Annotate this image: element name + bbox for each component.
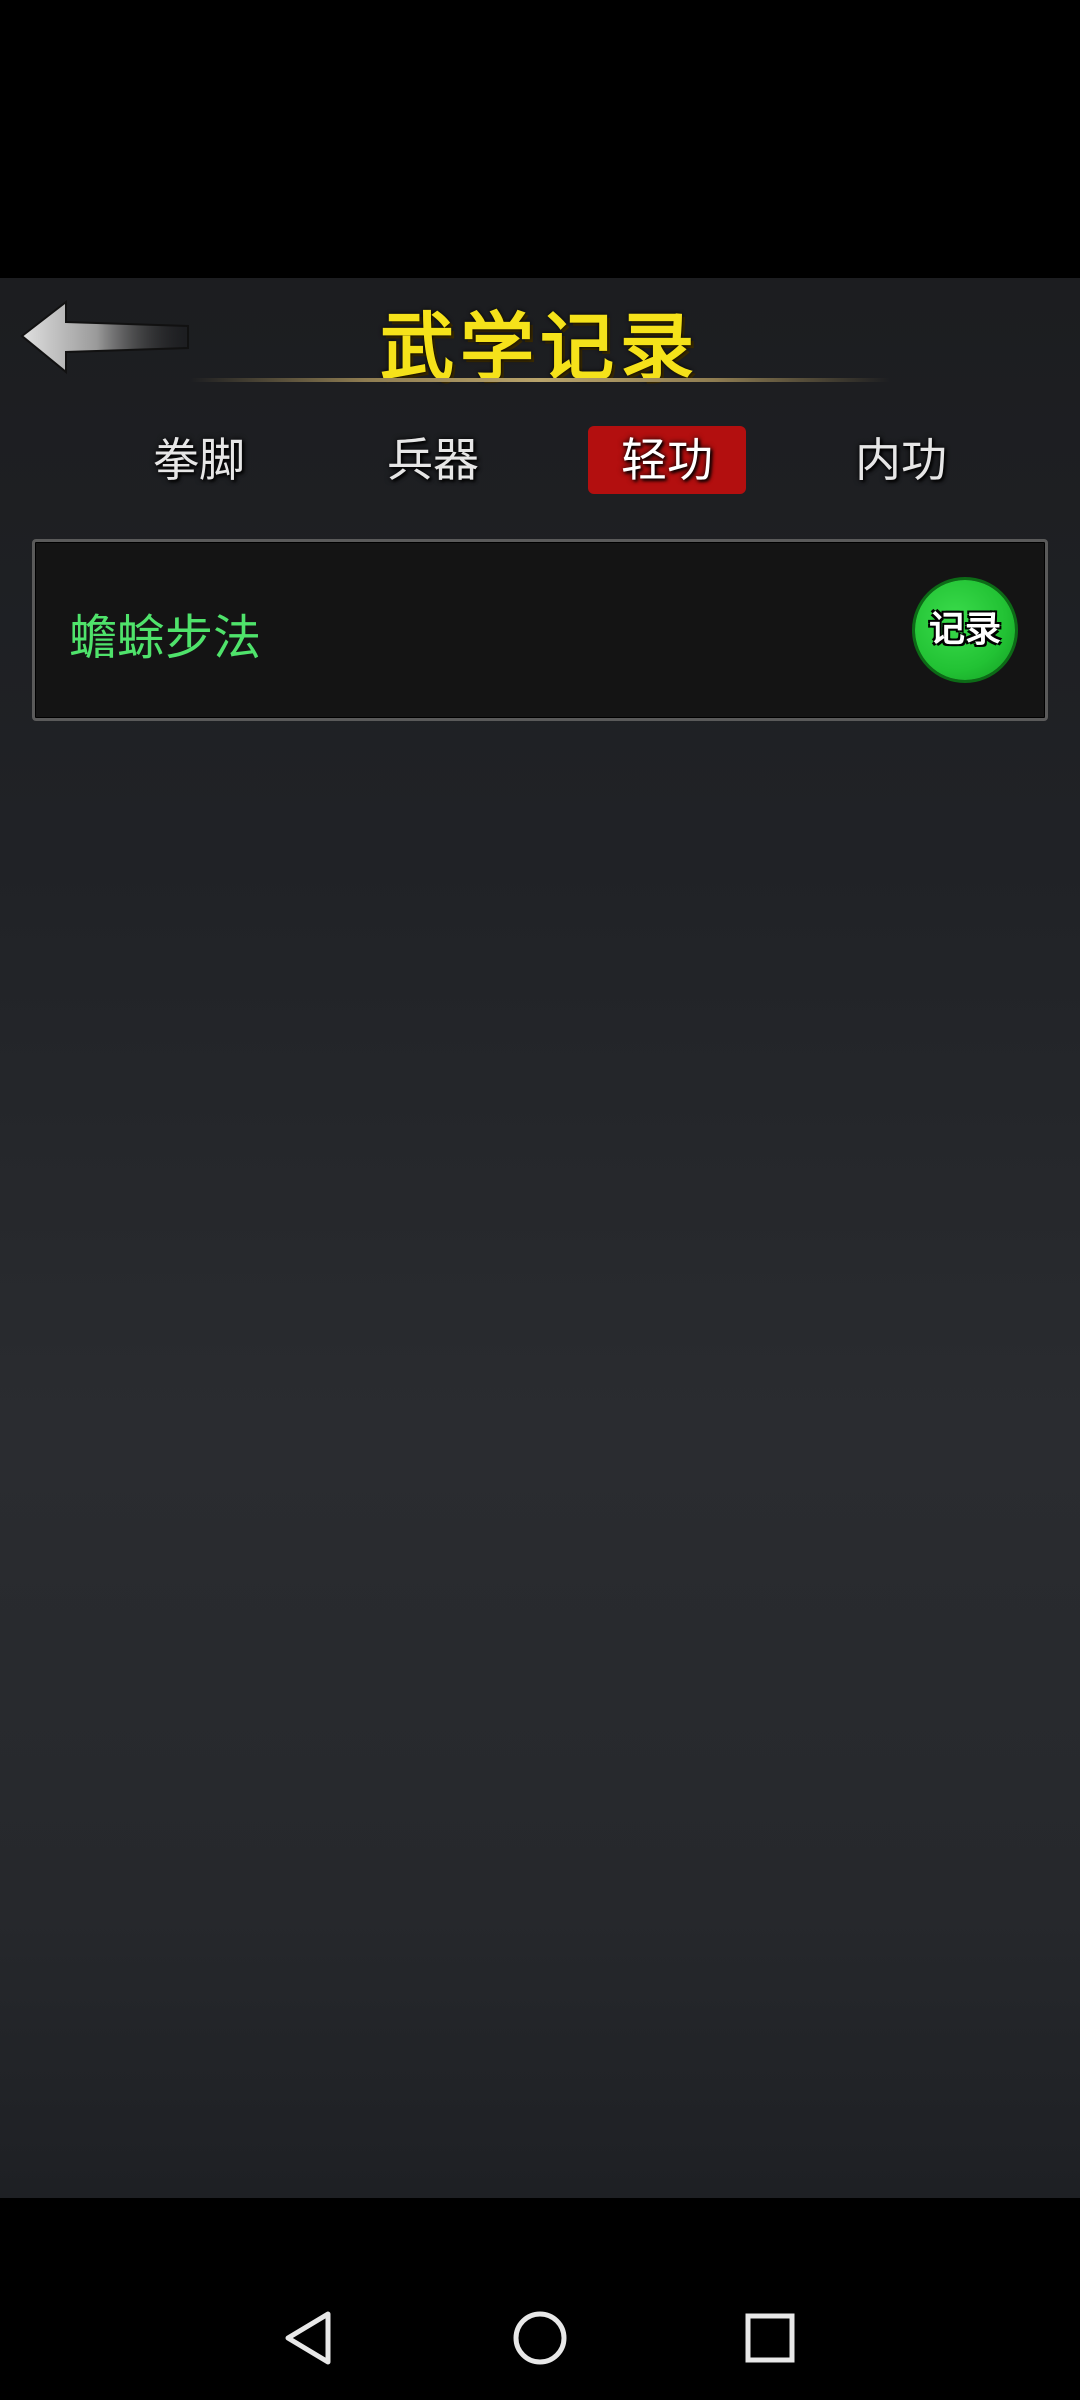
record-list: 蟾蜍步法 记录 xyxy=(32,539,1048,721)
system-nav-bar xyxy=(0,2198,1080,2400)
nav-home-button[interactable] xyxy=(508,2306,572,2370)
tab-bar: 拳脚 兵器 轻功 内功 xyxy=(0,426,1080,496)
tab-quanjiao[interactable]: 拳脚 xyxy=(120,426,278,494)
status-bar xyxy=(0,0,1080,278)
game-screen: 武学记录 拳脚 兵器 轻功 内功 蟾蜍步法 记录 xyxy=(0,278,1080,2198)
list-item: 蟾蜍步法 记录 xyxy=(32,539,1048,721)
record-button-label: 记录 xyxy=(928,609,1001,650)
tab-neigong[interactable]: 内功 xyxy=(822,426,980,494)
triangle-back-icon xyxy=(285,2311,331,2365)
nav-recents-button[interactable] xyxy=(738,2306,802,2370)
record-button[interactable]: 记录 xyxy=(915,580,1015,680)
square-recents-icon xyxy=(745,2313,795,2363)
circle-home-icon xyxy=(513,2311,567,2365)
record-name: 蟾蜍步法 xyxy=(69,610,262,666)
tab-qinggong[interactable]: 轻功 xyxy=(588,426,746,494)
tab-bingqi[interactable]: 兵器 xyxy=(354,426,512,494)
title-divider xyxy=(190,378,890,382)
nav-back-button[interactable] xyxy=(278,2306,342,2370)
